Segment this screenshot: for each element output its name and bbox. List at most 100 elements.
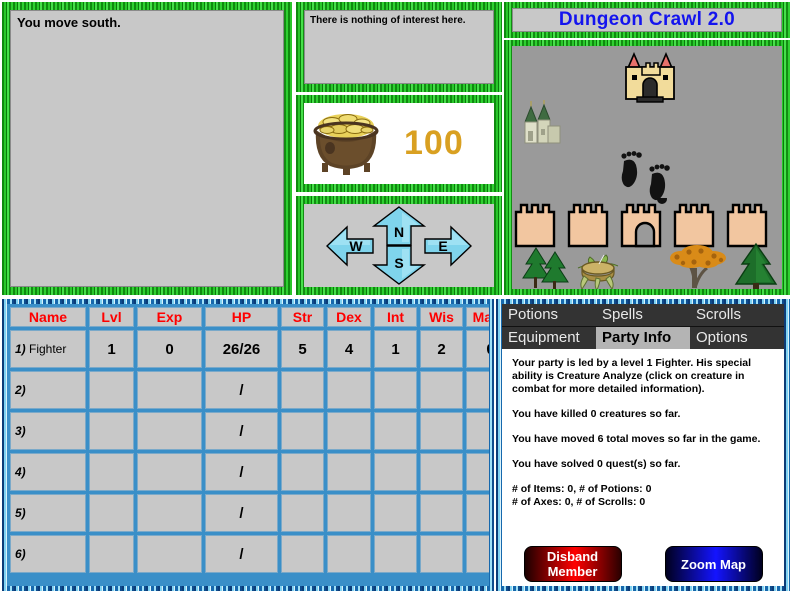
- cell-lvl[interactable]: [89, 371, 134, 409]
- title-panel-inner: Dungeon Crawl 2.0: [512, 8, 782, 32]
- table-row[interactable]: 1) Fighter1026/2654120: [10, 330, 489, 368]
- table-row[interactable]: 2) /: [10, 371, 489, 409]
- cell-int[interactable]: [374, 412, 417, 450]
- cell-lvl[interactable]: [89, 453, 134, 491]
- message-panel: You move south.: [2, 2, 292, 295]
- cell-int[interactable]: [374, 535, 417, 573]
- tab-scrolls[interactable]: Scrolls: [690, 304, 784, 326]
- cell-wis[interactable]: [420, 412, 463, 450]
- cell-hp[interactable]: /: [205, 535, 278, 573]
- map-canvas[interactable]: [512, 46, 782, 289]
- column-header-lvl: Lvl: [89, 307, 134, 327]
- church-icon[interactable]: [522, 98, 562, 153]
- tab-party-info[interactable]: Party Info: [595, 327, 690, 349]
- table-row[interactable]: 3) /: [10, 412, 489, 450]
- cell-dex[interactable]: 4: [327, 330, 371, 368]
- cell-int[interactable]: [374, 371, 417, 409]
- cell-dex[interactable]: [327, 453, 371, 491]
- move-south-button[interactable]: S: [371, 245, 427, 285]
- move-west-button[interactable]: W: [325, 225, 374, 267]
- cell-exp[interactable]: [137, 535, 202, 573]
- compass-label-west: W: [349, 238, 363, 254]
- column-header-str: Str: [281, 307, 324, 327]
- zoom-map-button[interactable]: Zoom Map: [664, 546, 763, 582]
- cell-name[interactable]: 2): [10, 371, 86, 409]
- table-row[interactable]: 6) /: [10, 535, 489, 573]
- pine-tree-icon[interactable]: [522, 244, 572, 289]
- cell-name[interactable]: 4): [10, 453, 86, 491]
- cell-wis[interactable]: 2: [420, 330, 463, 368]
- autumn-tree-icon[interactable]: [667, 242, 729, 289]
- cell-name[interactable]: 5): [10, 494, 86, 532]
- cell-hp[interactable]: /: [205, 494, 278, 532]
- cell-str[interactable]: [281, 412, 324, 450]
- tab-equipment[interactable]: Equipment: [502, 327, 596, 349]
- info-panel-inner: Potions Spells Scrolls Equipment Party I…: [502, 304, 784, 586]
- info-counts-line-2: # of Axes: 0, # of Scrolls: 0: [512, 496, 646, 508]
- fir-tree-icon[interactable]: [730, 242, 782, 289]
- cell-mana[interactable]: [466, 412, 489, 450]
- cell-name[interactable]: 6): [10, 535, 86, 573]
- cell-str[interactable]: [281, 535, 324, 573]
- cell-str[interactable]: [281, 453, 324, 491]
- cell-wis[interactable]: [420, 371, 463, 409]
- compass-label-east: E: [438, 238, 448, 254]
- cell-hp[interactable]: /: [205, 412, 278, 450]
- disband-member-button[interactable]: Disband Member: [523, 546, 622, 582]
- cell-str[interactable]: [281, 494, 324, 532]
- cell-wis[interactable]: [420, 494, 463, 532]
- info-paragraph-party-leader: Your party is led by a level 1 Fighter. …: [512, 357, 752, 395]
- cell-dex[interactable]: [327, 412, 371, 450]
- cell-lvl[interactable]: [89, 412, 134, 450]
- cell-int[interactable]: [374, 453, 417, 491]
- cell-dex[interactable]: [327, 371, 371, 409]
- cell-name[interactable]: 1) Fighter: [10, 330, 86, 368]
- cell-exp[interactable]: [137, 371, 202, 409]
- cell-lvl[interactable]: [89, 535, 134, 573]
- cell-mana[interactable]: [466, 453, 489, 491]
- tab-options[interactable]: Options: [690, 327, 784, 349]
- cell-int[interactable]: 1: [374, 330, 417, 368]
- cell-lvl[interactable]: [89, 494, 134, 532]
- gold-amount: 100: [404, 124, 464, 162]
- cell-exp[interactable]: [137, 412, 202, 450]
- move-east-button[interactable]: E: [424, 225, 473, 267]
- cell-hp[interactable]: 26/26: [205, 330, 278, 368]
- column-header-dex: Dex: [327, 307, 371, 327]
- cell-wis[interactable]: [420, 453, 463, 491]
- cell-mana[interactable]: [466, 371, 489, 409]
- info-paragraph-quests: You have solved 0 quest(s) so far.: [512, 458, 681, 470]
- look-panel-inner: There is nothing of interest here.: [304, 10, 494, 84]
- cell-str[interactable]: [281, 371, 324, 409]
- tree-stump-icon[interactable]: [574, 248, 622, 289]
- cell-exp[interactable]: 0: [137, 330, 202, 368]
- cell-int[interactable]: [374, 494, 417, 532]
- tab-spells[interactable]: Spells: [596, 304, 690, 326]
- cell-str[interactable]: 5: [281, 330, 324, 368]
- cell-dex[interactable]: [327, 494, 371, 532]
- castle-icon[interactable]: [620, 51, 680, 109]
- column-header-name: Name: [10, 307, 86, 327]
- cell-hp[interactable]: /: [205, 371, 278, 409]
- cell-mana[interactable]: [466, 494, 489, 532]
- row-index: 3): [15, 424, 26, 438]
- cell-hp[interactable]: /: [205, 453, 278, 491]
- cell-exp[interactable]: [137, 494, 202, 532]
- look-text: There is nothing of interest here.: [310, 15, 466, 26]
- cell-mana[interactable]: 0: [466, 330, 489, 368]
- move-north-button[interactable]: N: [371, 206, 427, 246]
- cell-name[interactable]: 3): [10, 412, 86, 450]
- info-counts-line-1: # of Items: 0, # of Potions: 0: [512, 483, 652, 495]
- tab-potions[interactable]: Potions: [502, 304, 596, 326]
- info-body: Your party is led by a level 1 Fighter. …: [502, 349, 784, 509]
- tab-row-secondary: Equipment Party Info Options: [502, 327, 784, 349]
- cell-mana[interactable]: [466, 535, 489, 573]
- cell-dex[interactable]: [327, 535, 371, 573]
- table-row[interactable]: 5) /: [10, 494, 489, 532]
- info-panel: Potions Spells Scrolls Equipment Party I…: [496, 299, 790, 591]
- cell-wis[interactable]: [420, 535, 463, 573]
- disband-label-line-1: Disband: [546, 549, 599, 564]
- cell-exp[interactable]: [137, 453, 202, 491]
- cell-lvl[interactable]: 1: [89, 330, 134, 368]
- table-row[interactable]: 4) /: [10, 453, 489, 491]
